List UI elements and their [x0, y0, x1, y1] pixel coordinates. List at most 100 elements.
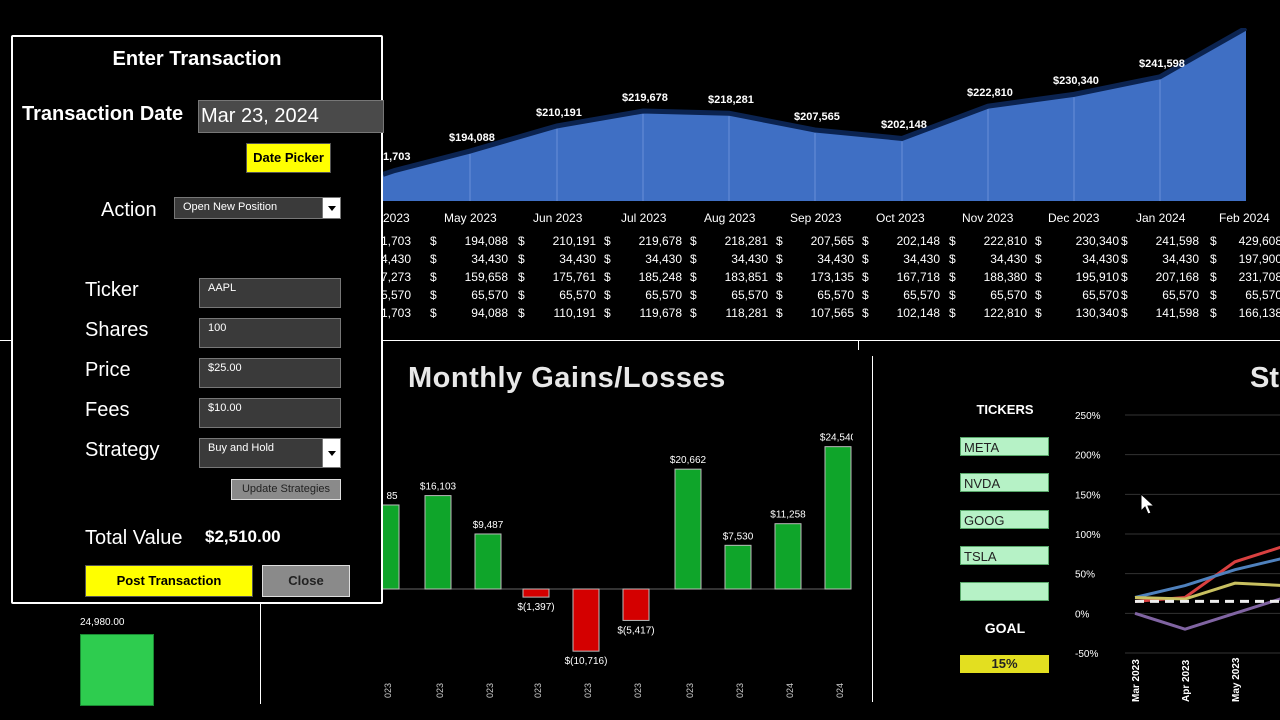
currency-symbol: $	[862, 270, 869, 284]
section-divider	[260, 604, 261, 704]
chevron-down-icon[interactable]	[322, 198, 340, 218]
fees-field[interactable]: $10.00	[199, 398, 341, 428]
currency-symbol: $	[1210, 306, 1217, 320]
table-cell: $34,430	[1121, 252, 1199, 270]
pct-tick-label: 100%	[1075, 530, 1101, 541]
left-bar	[80, 634, 154, 706]
table-cell: $194,088	[430, 234, 508, 252]
ticker-cell[interactable]	[960, 582, 1049, 601]
cell-value: 194,088	[464, 234, 508, 248]
currency-symbol: $	[776, 252, 783, 266]
chevron-down-icon[interactable]	[322, 439, 340, 467]
shares-field[interactable]: 100	[199, 318, 341, 348]
currency-symbol: $	[1035, 306, 1042, 320]
post-transaction-button[interactable]: Post Transaction	[85, 565, 253, 597]
cell-value: 4,430	[380, 252, 411, 266]
currency-symbol: $	[949, 288, 956, 302]
table-cell: $110,191	[518, 306, 596, 324]
cell-value: 118,281	[725, 306, 769, 320]
cell-value: 65,570	[645, 288, 682, 302]
table-row: 4,430 $34,430 $34,430 $34,430 $34,430 $34,430…	[380, 252, 1280, 270]
enter-transaction-dialog: Enter Transaction Transaction Date Mar 2…	[11, 35, 384, 604]
cell-value: 230,340	[1075, 234, 1119, 248]
action-select[interactable]: Open New Position	[174, 197, 341, 219]
cell-value: 231,708	[1238, 270, 1280, 284]
table-cell: $130,340	[1035, 306, 1119, 324]
action-label: Action	[101, 199, 157, 221]
currency-symbol: $	[604, 252, 611, 266]
month-label: Oct 2023	[876, 211, 925, 225]
ticker-cell[interactable]: META	[960, 437, 1049, 456]
cell-value: 65,570	[990, 288, 1027, 302]
table-row: 7,273 $159,658 $175,761 $185,248 $183,851 $17…	[381, 270, 1280, 288]
cell-value: 207,565	[810, 234, 854, 248]
cell-value: 65,570	[1245, 288, 1280, 302]
table-cell: $65,570	[862, 288, 940, 306]
currency-symbol: $	[604, 288, 611, 302]
gains-bar	[424, 495, 452, 590]
cell-value: 34,430	[471, 252, 508, 266]
ticker-cell[interactable]: TSLA	[960, 546, 1049, 565]
price-field[interactable]: $25.00	[199, 358, 341, 388]
table-cell: $197,900	[1210, 252, 1280, 270]
cell-value: 185,248	[638, 270, 682, 284]
date-picker-button[interactable]: Date Picker	[246, 143, 331, 173]
table-cell: $34,430	[776, 252, 854, 270]
table-cell: $107,565	[776, 306, 854, 324]
table-cell: 5,570	[381, 288, 411, 306]
cell-value: 110,191	[553, 306, 597, 320]
table-cell: $65,570	[604, 288, 682, 306]
ticker-cell[interactable]: GOOG	[960, 510, 1049, 529]
pct-category-label: Apr 2023	[1181, 659, 1192, 702]
currency-symbol: $	[862, 288, 869, 302]
cell-value: 159,658	[464, 270, 508, 284]
gains-category-label: 023	[383, 683, 393, 698]
currency-symbol: $	[1035, 234, 1042, 248]
gains-category-label: 023	[685, 683, 695, 698]
section-divider	[383, 340, 1280, 341]
cell-value: 141,598	[1155, 306, 1199, 320]
area-data-label: $202,148	[881, 119, 927, 132]
area-data-label: $241,598	[1139, 57, 1185, 70]
strategy-select-value: Buy and Hold	[208, 442, 275, 454]
table-cell: $241,598	[1121, 234, 1199, 252]
gains-category-label: 023	[633, 683, 643, 698]
dialog-title: Enter Transaction	[112, 48, 282, 70]
cell-value: 34,430	[645, 252, 682, 266]
table-cell: 1,703	[380, 234, 411, 252]
table-cell: $122,810	[949, 306, 1027, 324]
ticker-field[interactable]: AAPL	[199, 278, 341, 308]
pct-tick-label: 50%	[1075, 570, 1095, 581]
gains-data-label: $9,487	[473, 520, 504, 531]
currency-symbol: $	[604, 234, 611, 248]
pct-tick-label: -50%	[1075, 649, 1098, 660]
update-strategies-button[interactable]: Update Strategies	[231, 479, 341, 500]
strategy-select[interactable]: Buy and Hold	[199, 438, 341, 468]
table-cell: $202,148	[862, 234, 940, 252]
currency-symbol: $	[1121, 252, 1128, 266]
close-button[interactable]: Close	[262, 565, 350, 597]
pct-tick-label: 150%	[1075, 490, 1101, 501]
area-data-label: $219,678	[622, 92, 668, 105]
gains-data-label: $(1,397)	[517, 602, 554, 613]
cell-value: 34,430	[903, 252, 940, 266]
gains-bar	[383, 504, 400, 590]
gains-bar	[522, 588, 550, 598]
month-label: Nov 2023	[962, 211, 1014, 225]
ticker-cell[interactable]: NVDA	[960, 473, 1049, 492]
action-select-value: Open New Position	[183, 201, 278, 213]
cell-value: 1,703	[380, 234, 411, 248]
currency-symbol: $	[690, 288, 697, 302]
gains-data-label: $(5,417)	[617, 625, 654, 636]
month-label: Jul 2023	[621, 211, 667, 225]
currency-symbol: $	[1121, 288, 1128, 302]
table-cell: $166,138	[1210, 306, 1280, 324]
cell-value: 167,718	[896, 270, 940, 284]
transaction-date-field[interactable]: Mar 23, 2024	[198, 100, 384, 133]
cell-value: 102,148	[896, 306, 940, 320]
goal-value[interactable]: 15%	[960, 655, 1049, 673]
pct-tick-label: 0%	[1075, 609, 1090, 620]
table-cell: $222,810	[949, 234, 1027, 252]
table-cell: 7,273	[381, 270, 411, 288]
currency-symbol: $	[690, 234, 697, 248]
